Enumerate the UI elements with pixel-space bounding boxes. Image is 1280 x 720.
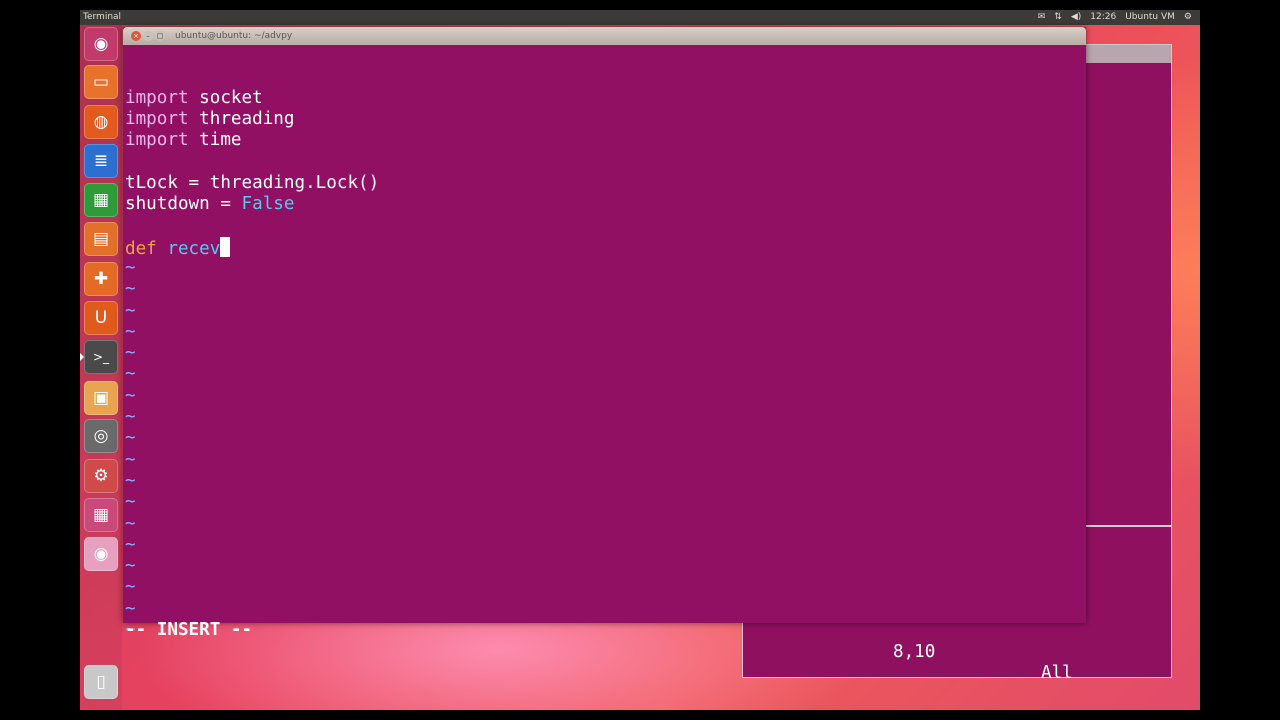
top-panel: Terminal ✉ ⇅ ◀) 12:26 Ubuntu VM ⚙ — [80, 10, 1200, 25]
bag-glyph: ▣ — [92, 388, 110, 408]
empty-line-marker: ~ — [125, 321, 136, 342]
firefox-glyph: ◍ — [93, 112, 109, 132]
terminal-icon[interactable]: >_ — [80, 340, 118, 374]
workspaces-glyph: ▦ — [92, 505, 110, 525]
impress-glyph: ▤ — [92, 229, 110, 249]
code-line: import time — [125, 130, 1084, 151]
ubuntu-one-glyph: U — [94, 308, 108, 328]
empty-line-marker: ~ — [125, 428, 136, 449]
keyword: import — [125, 130, 189, 151]
terminal-glyph: >_ — [92, 350, 110, 364]
empty-line-marker: ~ — [125, 577, 136, 598]
empty-line-marker: ~ — [125, 534, 136, 555]
vim-mode: -- INSERT -- — [125, 620, 253, 641]
user-menu[interactable]: Ubuntu VM — [1125, 10, 1175, 25]
code-text: socket — [188, 87, 263, 108]
vim-editor[interactable]: import socket import threading import time… — [125, 45, 1084, 683]
firefox-icon[interactable]: ◍ — [84, 105, 118, 139]
empty-line-marker: ~ — [125, 620, 136, 641]
network-icon[interactable]: ⇅ — [1054, 10, 1062, 25]
code-text: shutdown = — [125, 194, 242, 215]
close-button[interactable]: × — [131, 31, 141, 41]
dvd-glyph: ◉ — [93, 544, 109, 564]
keyword: import — [125, 108, 189, 129]
empty-line-marker: ~ — [125, 300, 136, 321]
mail-icon[interactable]: ✉ — [1038, 10, 1046, 25]
dvd-icon[interactable]: ◉ — [84, 537, 118, 571]
empty-line-marker: ~ — [125, 449, 136, 470]
dash-icon[interactable]: ◉ — [84, 27, 118, 61]
calc-glyph: ▦ — [92, 190, 110, 210]
software-center-icon[interactable]: ✚ — [84, 262, 118, 296]
empty-line-marker: ~ — [125, 257, 136, 278]
code-line: import socket — [125, 88, 1084, 109]
code-line: def recev — [125, 236, 1084, 259]
calc-icon[interactable]: ▦ — [84, 183, 118, 217]
software-center-glyph: ✚ — [93, 269, 109, 289]
clock[interactable]: 12:26 — [1090, 10, 1116, 25]
code-text: tLock = threading.Lock() — [125, 172, 380, 193]
terminal-title: ubuntu@ubuntu: ~/advpy — [175, 31, 293, 41]
empty-line-marker: ~ — [125, 407, 136, 428]
desktop: Terminal ✉ ⇅ ◀) 12:26 Ubuntu VM ⚙ ◉ ▭ ◍ ≣ ▦ ▤… — [80, 10, 1200, 710]
keyword: import — [125, 87, 189, 108]
bag-icon[interactable]: ▣ — [84, 381, 118, 415]
code-line: shutdown = False — [125, 194, 1084, 215]
session-gear-icon[interactable]: ⚙ — [1184, 10, 1192, 25]
disk-icon[interactable]: ◎ — [84, 419, 118, 453]
constant: False — [241, 194, 295, 215]
trash-glyph: ▯ — [96, 672, 106, 692]
cursor-position: 8,10 — [893, 641, 936, 662]
files-icon[interactable]: ▭ — [84, 65, 118, 99]
empty-line-marker: ~ — [125, 385, 136, 406]
empty-line-marker: ~ — [125, 492, 136, 513]
disk-glyph: ◎ — [93, 426, 109, 446]
empty-line-marker: ~ — [125, 343, 136, 364]
impress-icon[interactable]: ▤ — [84, 222, 118, 256]
code-line: tLock = threading.Lock() — [125, 173, 1084, 194]
panel-indicators: ✉ ⇅ ◀) 12:26 Ubuntu VM ⚙ — [1038, 10, 1192, 25]
terminal-titlebar[interactable]: × – □ ubuntu@ubuntu: ~/advpy — [123, 27, 1086, 45]
writer-icon[interactable]: ≣ — [84, 144, 118, 178]
files-glyph: ▭ — [92, 72, 110, 92]
empty-line-marker: ~ — [125, 470, 136, 491]
writer-glyph: ≣ — [93, 151, 109, 171]
empty-line-marker: ~ — [125, 364, 136, 385]
ubuntu-one-icon[interactable]: U — [84, 301, 118, 335]
code-area[interactable]: import socket import threading import time… — [125, 88, 1084, 642]
empty-line-marker: ~ — [125, 513, 136, 534]
workspaces-icon[interactable]: ▦ — [84, 498, 118, 532]
maximize-button[interactable]: □ — [155, 31, 165, 41]
empty-line-marker: ~ — [125, 556, 136, 577]
active-app-name: Terminal — [83, 12, 122, 22]
vim-status-line: -- INSERT -- 8,10 All — [125, 599, 1084, 683]
keyword: def — [125, 238, 157, 259]
function-name: recev — [167, 238, 221, 259]
volume-icon[interactable]: ◀) — [1071, 10, 1081, 25]
text-cursor — [220, 236, 231, 257]
scroll-position: All — [1041, 662, 1073, 683]
code-line: import threading — [125, 109, 1084, 130]
code-text: time — [188, 130, 242, 151]
terminal-window[interactable]: × – □ ubuntu@ubuntu: ~/advpy import sock… — [123, 27, 1086, 683]
code-text: threading — [188, 108, 295, 129]
dash-glyph: ◉ — [93, 34, 109, 54]
settings-icon[interactable]: ⚙ — [84, 459, 118, 493]
minimize-button[interactable]: – — [143, 31, 153, 41]
trash-icon[interactable]: ▯ — [84, 665, 118, 699]
settings-glyph: ⚙ — [93, 466, 109, 486]
launcher: ◉ ▭ ◍ ≣ ▦ ▤ ✚ U >_ ▣ ◎ ⚙ ▦ ◉ ▯ — [80, 25, 122, 710]
empty-line-marker: ~ — [125, 279, 136, 300]
